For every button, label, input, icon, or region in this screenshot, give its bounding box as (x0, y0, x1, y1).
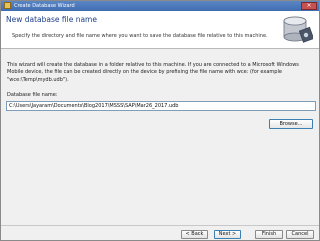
next-button[interactable]: Next > (214, 230, 241, 239)
wizard-window: Create Database Wizard × New database fi… (0, 0, 320, 241)
browse-button[interactable]: Browse... (269, 119, 313, 129)
cancel-button[interactable]: Cancel (286, 230, 314, 239)
button-separator (1, 225, 319, 226)
database-file-name-input[interactable]: C:\Users\Jayaram\Documents\Blog2017\MSSS… (6, 101, 316, 111)
wizard-description: This wizard will create the database in … (7, 62, 299, 83)
page-subtitle: Specify the directory and file name wher… (12, 33, 268, 39)
wizard-icon (4, 2, 11, 9)
close-button[interactable]: × (301, 2, 317, 10)
database-disk-icon (283, 16, 313, 43)
back-button[interactable]: < Back (181, 230, 208, 239)
finish-button[interactable]: Finish (255, 230, 283, 239)
database-file-name-label: Database file name: (7, 92, 58, 98)
window-title: Create Database Wizard (14, 3, 75, 9)
title-bar: Create Database Wizard × (1, 1, 319, 11)
page-title: New database file name (6, 15, 97, 24)
wizard-header: New database file name Specify the direc… (1, 11, 319, 49)
